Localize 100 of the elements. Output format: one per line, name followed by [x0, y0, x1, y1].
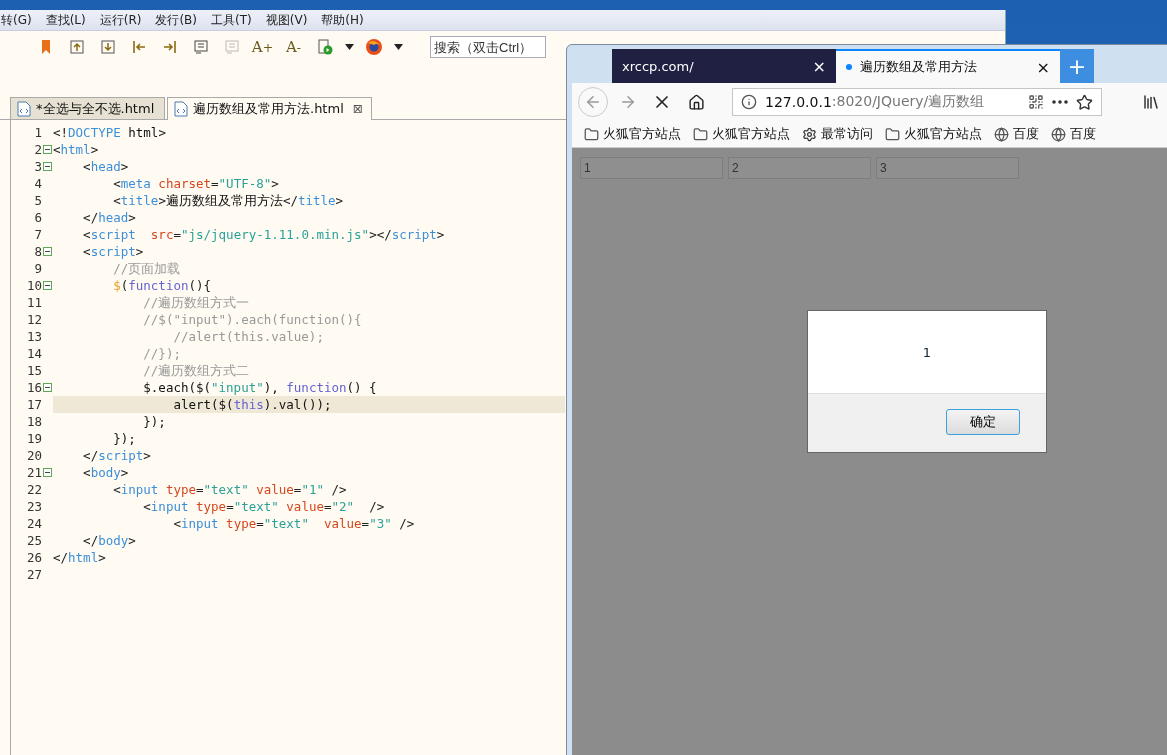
caret-icon — [344, 44, 354, 50]
import-icon — [68, 39, 85, 55]
menu-item[interactable]: 视图(V) — [258, 11, 315, 29]
line-number: 6 — [34, 210, 42, 225]
code-line: </head> — [82, 209, 137, 226]
code-line: }); — [112, 430, 137, 447]
code-line: $(function(){ — [112, 277, 213, 294]
line-number: 2 — [34, 142, 42, 157]
code-line: <input type="text" value="2" /> — [142, 498, 386, 515]
url-field[interactable]: 127.0.0.1:8020/JQuery/遍历数组 — [732, 88, 1102, 116]
code-line: <!DOCTYPE html> — [53, 124, 167, 141]
jump-end-icon — [161, 39, 178, 55]
code-line: <script src="js/jquery-1.11.0.min.js"></script> — [82, 226, 446, 243]
comment-icon — [192, 39, 209, 55]
tab-label: *全选与全不选.html — [36, 99, 155, 118]
code-line: $.each($("input"), function() { — [142, 379, 378, 396]
browser-tab[interactable]: 遍历数组及常用方法 × — [836, 49, 1060, 83]
settings-icon — [802, 126, 817, 142]
line-number: 11 — [26, 295, 42, 310]
close-icon[interactable]: × — [1036, 57, 1050, 77]
line-number: 4 — [34, 176, 42, 191]
line-number: 26 — [26, 550, 42, 565]
close-icon[interactable]: ⊠ — [352, 102, 363, 116]
html-file-icon — [174, 101, 188, 117]
bookmark-label[interactable]: 火狐官方站点 — [712, 125, 790, 143]
bookmark-label[interactable]: 百度 — [1070, 125, 1096, 143]
code-line: <html> — [53, 141, 100, 158]
folder-icon — [693, 126, 708, 142]
line-number: 21 — [26, 465, 42, 480]
fold-icon[interactable] — [43, 162, 52, 171]
star-icon — [1076, 93, 1093, 111]
line-number: 10 — [26, 278, 42, 293]
line-number: 17 — [26, 397, 42, 412]
bookmark-label[interactable]: 最常访问 — [821, 125, 873, 143]
browser-icon — [364, 38, 383, 56]
line-number: 5 — [34, 193, 42, 208]
menu-item[interactable]: 发行(B) — [148, 11, 205, 29]
caret-icon — [393, 44, 403, 50]
line-number: 19 — [26, 431, 42, 446]
bookmark-label[interactable]: 火狐官方站点 — [904, 125, 982, 143]
line-number: 16 — [26, 380, 42, 395]
bookmark-label[interactable]: 火狐官方站点 — [603, 125, 681, 143]
text-input[interactable]: 2 — [728, 157, 871, 179]
fold-icon[interactable] — [43, 383, 52, 392]
jump-start-icon — [130, 39, 147, 55]
fold-icon[interactable] — [43, 468, 52, 477]
code-line: <head> — [82, 158, 130, 175]
library-icon — [1142, 93, 1160, 111]
search-field[interactable]: 搜索（双击Ctrl） — [430, 36, 546, 58]
menu-item[interactable]: 运行(R) — [92, 11, 149, 29]
line-number: 15 — [26, 363, 42, 378]
code-line: <input type="text" value="1" /> — [112, 481, 348, 498]
browser-tab[interactable]: xrccp.com/ × — [612, 49, 836, 83]
code-line: //alert(this.value); — [172, 328, 325, 345]
forward-icon[interactable] — [619, 93, 637, 111]
code-line: }); — [142, 413, 167, 430]
bookmark-label[interactable]: 百度 — [1013, 125, 1039, 143]
line-number: 18 — [26, 414, 42, 429]
code-line: //页面加载 — [112, 260, 182, 277]
text-input[interactable]: 3 — [876, 157, 1019, 179]
code-line: <title>遍历数组及常用方法</title> — [112, 192, 345, 209]
menu-item[interactable]: 工具(T) — [204, 11, 259, 29]
code-line: <body> — [82, 464, 130, 481]
ok-button[interactable]: 确定 — [946, 409, 1020, 435]
globe-icon — [994, 126, 1009, 142]
qr-code-icon — [1028, 94, 1044, 110]
fold-icon[interactable] — [43, 247, 52, 256]
tab-label: 遍历数组及常用方法.html — [193, 100, 344, 118]
comment-icon — [223, 39, 240, 55]
line-number: 22 — [26, 482, 42, 497]
line-number: 23 — [26, 499, 42, 514]
menu-item[interactable]: 转(G) — [0, 11, 39, 29]
line-number: 13 — [26, 329, 42, 344]
tab-title: 遍历数组及常用方法 — [860, 58, 978, 76]
line-number: 8 — [34, 244, 42, 259]
more-icon[interactable] — [1052, 100, 1068, 104]
code-line: <input type="text" value="3" /> — [172, 515, 416, 532]
menu-item[interactable]: 帮助(H) — [314, 11, 371, 29]
line-number: 9 — [34, 261, 42, 276]
close-icon[interactable]: × — [812, 56, 826, 76]
code-line: //$("input").each(function(){ — [142, 311, 363, 328]
code-line: <meta charset="UTF-8"> — [112, 175, 280, 192]
line-number: 1 — [34, 125, 42, 140]
html-file-icon — [17, 100, 31, 117]
url-host: 127.0.0.1 — [765, 94, 832, 110]
line-number: 7 — [34, 227, 42, 242]
globe-icon — [1051, 126, 1066, 142]
folder-icon — [584, 126, 599, 142]
fold-icon[interactable] — [43, 145, 52, 154]
fold-icon[interactable] — [43, 281, 52, 290]
menu-item[interactable]: 查找(L) — [38, 11, 93, 29]
editor-tab[interactable]: 遍历数组及常用方法.html ⊠ — [167, 97, 372, 120]
code-line: <script> — [82, 243, 145, 260]
text-input[interactable]: 1 — [580, 157, 723, 179]
code-line: </body> — [82, 532, 137, 549]
line-number: 12 — [26, 312, 42, 327]
code-line: </html> — [53, 549, 107, 566]
editor-tab[interactable]: *全选与全不选.html — [10, 97, 165, 119]
line-number: 14 — [26, 346, 42, 361]
home-icon[interactable] — [687, 93, 705, 111]
